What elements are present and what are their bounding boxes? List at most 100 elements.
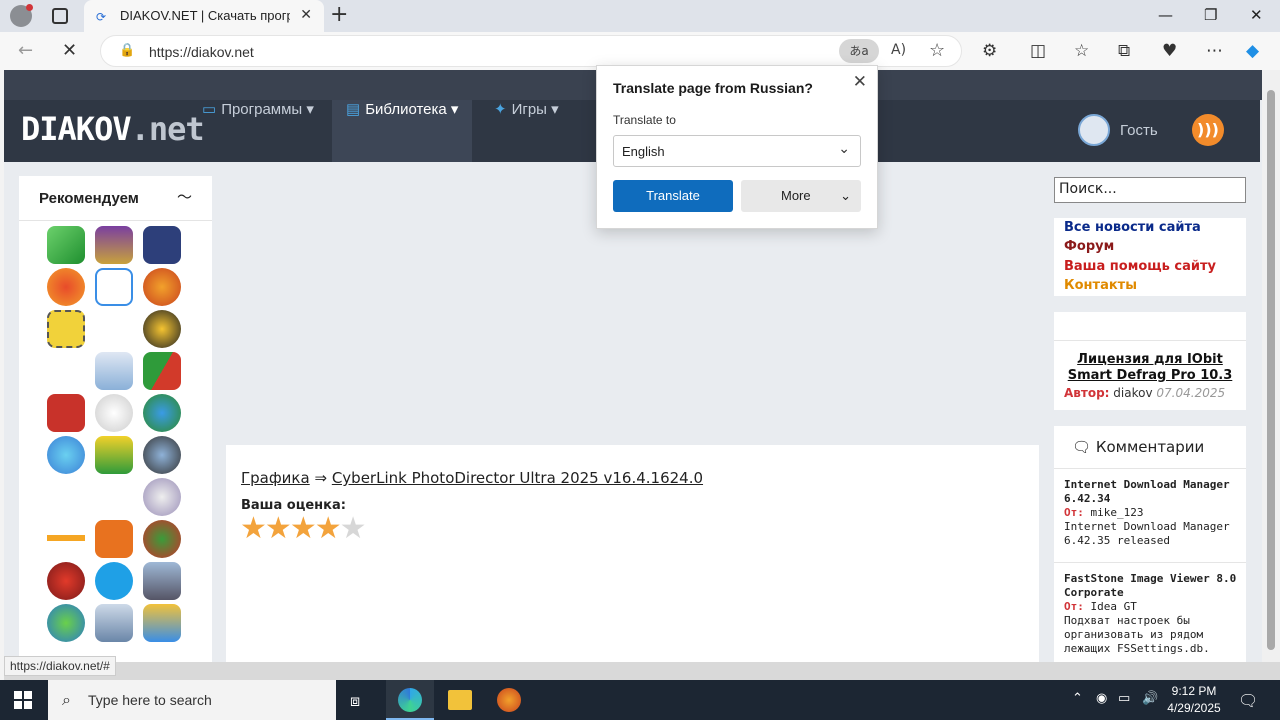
- avatar[interactable]: [1078, 114, 1110, 146]
- notification-icon[interactable]: 🗨: [1238, 691, 1258, 710]
- rating-star[interactable]: ★: [240, 511, 267, 546]
- minimize-button[interactable]: —: [1158, 6, 1173, 24]
- split-screen-icon[interactable]: ◫: [1030, 41, 1046, 61]
- close-icon[interactable]: ✕: [853, 72, 867, 92]
- translate-to-label: Translate to: [613, 113, 676, 127]
- profile-icon[interactable]: [10, 4, 33, 27]
- player-app-icon[interactable]: [95, 268, 133, 306]
- restore-button[interactable]: ❐: [1204, 6, 1217, 24]
- start-button[interactable]: [14, 691, 32, 709]
- aimp-app-icon[interactable]: [143, 310, 181, 348]
- sphere-app-icon[interactable]: [143, 436, 181, 474]
- volume-icon[interactable]: 🔊: [1142, 691, 1158, 706]
- chevron-up-icon[interactable]: ⌃: [1072, 691, 1083, 706]
- rating-stars[interactable]: ★★★★★: [240, 511, 367, 546]
- favorites-icon[interactable]: ☆: [1074, 41, 1089, 61]
- breadcrumb-title-link[interactable]: CyberLink PhotoDirector Ultra 2025 v16.4…: [332, 469, 703, 487]
- diskpart-app-icon[interactable]: [143, 520, 181, 558]
- network-icon[interactable]: ▭: [1118, 691, 1130, 706]
- license-meta: Автор: diakov 07.04.2025: [1064, 386, 1225, 400]
- file-explorer-icon[interactable]: [448, 690, 472, 710]
- translate-icon[interactable]: あa: [839, 39, 879, 63]
- settings-app-icon[interactable]: [143, 604, 181, 642]
- iobit-app-icon[interactable]: [47, 562, 85, 600]
- ccleaner-app-icon[interactable]: [47, 268, 85, 306]
- breadcrumb-category-link[interactable]: Графика: [241, 469, 310, 487]
- rating-star[interactable]: ★: [290, 511, 317, 546]
- more-button[interactable]: More ⌄: [741, 180, 861, 212]
- taskbar-search[interactable]: ⌕ Type here to search: [48, 680, 336, 720]
- from-label: От:: [1064, 506, 1084, 519]
- language-select[interactable]: English ⌄: [613, 135, 861, 167]
- aida64-app-icon[interactable]: [47, 394, 85, 432]
- installer-app-icon[interactable]: [95, 604, 133, 642]
- revo-app-icon[interactable]: [95, 352, 133, 390]
- system-clock[interactable]: 9:12 PM 4/29/2025: [1162, 683, 1226, 717]
- trash-app-icon[interactable]: [143, 562, 181, 600]
- flash-app-icon[interactable]: [95, 394, 133, 432]
- favorite-star-icon[interactable]: ☆: [929, 40, 945, 61]
- horizontal-scrollbar[interactable]: [4, 662, 1280, 680]
- rating-star[interactable]: ★: [265, 511, 292, 546]
- update-app-icon[interactable]: [47, 604, 85, 642]
- comment-title[interactable]: FastStone Image Viewer 8.0 Corporate: [1064, 572, 1240, 600]
- rating-star[interactable]: ★: [315, 511, 342, 546]
- translate-button[interactable]: Translate: [613, 180, 733, 212]
- more-menu-icon[interactable]: ⋯: [1206, 41, 1223, 61]
- guest-label[interactable]: Гость: [1120, 122, 1158, 139]
- floppy-app-icon[interactable]: [143, 226, 181, 264]
- wifi-app-icon[interactable]: [47, 520, 85, 558]
- tab-diakov[interactable]: ⟳ DIAKOV.NET | Скачать программ ✕: [84, 0, 324, 32]
- disc-app-icon[interactable]: [143, 478, 181, 516]
- close-window-button[interactable]: ✕: [1250, 6, 1263, 24]
- address-bar[interactable]: 🔒 https://diakov.net あa A) ☆: [100, 35, 962, 67]
- task-view-icon[interactable]: ⧈: [350, 691, 360, 711]
- menu-library[interactable]: ▤ Библиотека ▾: [332, 100, 473, 162]
- close-tab-icon[interactable]: ✕: [300, 7, 312, 23]
- search-icon: ⌕: [62, 690, 71, 709]
- partition-app-icon[interactable]: [143, 352, 181, 390]
- link-all-news[interactable]: Все новости сайта: [1064, 220, 1201, 235]
- collections-icon[interactable]: ⧉: [1118, 41, 1130, 61]
- comment-title[interactable]: Internet Download Manager 6.42.34: [1064, 478, 1240, 506]
- comments-header: 🗨 Комментарии: [1072, 438, 1204, 456]
- menu-games-label: Игры: [511, 101, 547, 118]
- lock-icon[interactable]: 🔒: [119, 43, 135, 58]
- winrar-app-icon[interactable]: [95, 226, 133, 264]
- stop-icon[interactable]: ✕: [62, 40, 77, 61]
- license-link[interactable]: Лицензия для IObit Smart Defrag Pro 10.3: [1060, 352, 1240, 384]
- pdf-tool-app-icon[interactable]: [95, 436, 133, 474]
- link-forum[interactable]: Форум: [1064, 239, 1114, 254]
- menu-games[interactable]: ✦ Игры ▾: [480, 100, 573, 162]
- thebat-app-icon[interactable]: [47, 310, 85, 348]
- read-aloud-icon[interactable]: A): [891, 42, 906, 58]
- comment-author[interactable]: mike_123: [1091, 506, 1144, 519]
- copilot-icon[interactable]: ◆: [1246, 41, 1259, 61]
- download-app-icon[interactable]: [47, 226, 85, 264]
- site-logo[interactable]: DIAKOV.net: [21, 110, 205, 148]
- skype-app-icon[interactable]: [95, 562, 133, 600]
- idm-app-icon[interactable]: [143, 394, 181, 432]
- new-tab-button[interactable]: +: [330, 3, 348, 27]
- comment-author[interactable]: Idea GT: [1091, 600, 1137, 613]
- foxit-pdf-app-icon[interactable]: [95, 520, 133, 558]
- meet-icon[interactable]: ◉: [1096, 691, 1107, 706]
- scroll-thumb[interactable]: [1267, 90, 1275, 650]
- menu-programs-label: Программы: [221, 101, 303, 118]
- firefox-app-icon[interactable]: [143, 268, 181, 306]
- firefox-taskbar-icon[interactable]: [497, 688, 521, 712]
- menu-programs[interactable]: ▭ Программы ▾: [188, 100, 328, 162]
- link-contacts[interactable]: Контакты: [1064, 278, 1137, 293]
- extensions-icon[interactable]: ⚙: [982, 41, 997, 61]
- url-text[interactable]: https://diakov.net: [149, 44, 254, 60]
- author-name[interactable]: diakov: [1113, 386, 1152, 400]
- performance-icon[interactable]: ♥: [1162, 41, 1177, 61]
- rss-icon[interactable]: ))): [1192, 114, 1224, 146]
- link-help[interactable]: Ваша помощь сайту: [1064, 259, 1216, 274]
- rating-star[interactable]: ★: [340, 511, 367, 546]
- network-app-icon[interactable]: [47, 436, 85, 474]
- vertical-scrollbar[interactable]: [1262, 70, 1280, 662]
- tab-actions-icon[interactable]: [52, 8, 68, 24]
- back-icon[interactable]: ←: [18, 40, 33, 61]
- search-input[interactable]: Поиск...: [1054, 177, 1246, 203]
